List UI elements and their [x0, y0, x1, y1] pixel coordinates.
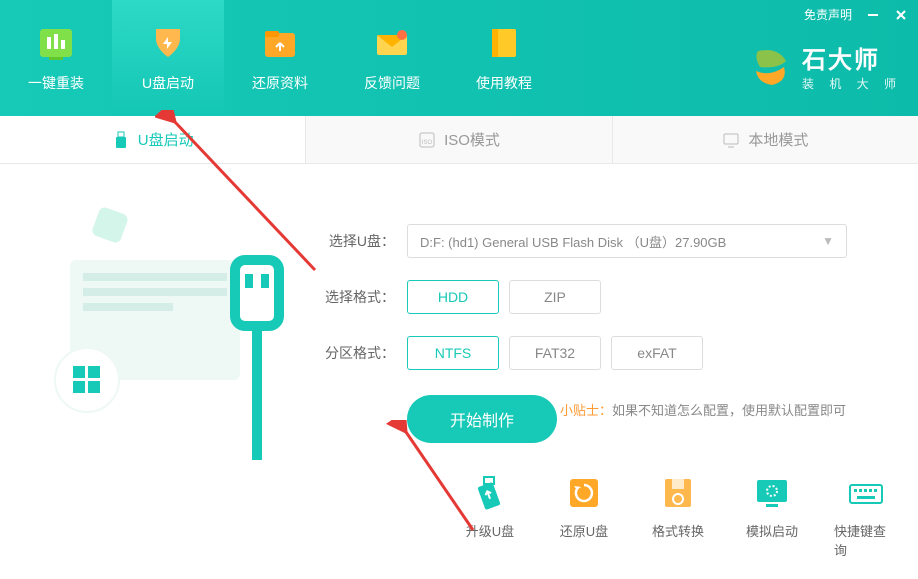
nav-tutorial[interactable]: 使用教程	[448, 0, 560, 116]
tab-label: ISO模式	[444, 129, 500, 150]
tip-label: 小贴士：	[560, 403, 612, 418]
bottom-label: 还原U盘	[560, 521, 608, 540]
upload-folder-icon	[260, 23, 300, 63]
tab-iso[interactable]: ISO ISO模式	[306, 116, 612, 163]
book-icon	[484, 23, 524, 63]
tabs: U盘启动 ISO ISO模式 本地模式	[0, 116, 918, 164]
usb-select-value: D:F: (hd1) General USB Flash Disk （U盘）27…	[420, 232, 726, 251]
tab-usb-boot[interactable]: U盘启动	[0, 116, 306, 163]
usb-select-label: 选择U盘：	[320, 231, 395, 251]
brand-title: 石大师	[802, 40, 902, 75]
nav-label: 一键重装	[28, 73, 84, 93]
format-label: 选择格式：	[320, 287, 395, 307]
bottom-simulate-boot[interactable]: 模拟启动	[740, 473, 804, 559]
window-controls: 免责声明	[804, 6, 908, 23]
screen-icon	[752, 473, 792, 513]
bottom-label: 升级U盘	[466, 521, 514, 540]
format-zip[interactable]: ZIP	[509, 280, 601, 314]
disk-icon	[658, 473, 698, 513]
brand-logo-icon	[748, 43, 794, 89]
bottom-label: 快捷键查询	[834, 521, 898, 559]
bottom-hotkey[interactable]: 快捷键查询	[834, 473, 898, 559]
usb-select[interactable]: D:F: (hd1) General USB Flash Disk （U盘）27…	[407, 224, 847, 258]
header: 一键重装 U盘启动 还原资料 反馈问题 使用教程 石大师 装 机 大 师 免责声…	[0, 0, 918, 116]
nav-label: 还原资料	[252, 73, 308, 93]
usb-icon	[112, 131, 130, 149]
tip-text: 如果不知道怎么配置，使用默认配置即可	[612, 403, 846, 418]
nav-restore[interactable]: 还原资料	[224, 0, 336, 116]
tip: 小贴士：如果不知道怎么配置，使用默认配置即可	[560, 400, 880, 419]
nav-usb-boot[interactable]: U盘启动	[112, 0, 224, 116]
minimize-button[interactable]	[866, 8, 880, 22]
bottom-restore-usb[interactable]: 还原U盘	[552, 473, 616, 559]
restore-icon	[564, 473, 604, 513]
iso-icon: ISO	[418, 131, 436, 149]
bottom-label: 模拟启动	[746, 521, 798, 540]
keyboard-icon	[846, 473, 886, 513]
svg-text:ISO: ISO	[422, 140, 433, 146]
nav-feedback[interactable]: 反馈问题	[336, 0, 448, 116]
chart-icon	[36, 23, 76, 63]
bottom-label: 格式转换	[652, 521, 704, 540]
mail-icon	[372, 23, 412, 63]
monitor-icon	[722, 131, 740, 149]
nav-label: 使用教程	[476, 73, 532, 93]
nav-label: 反馈问题	[364, 73, 420, 93]
chevron-down-icon: ▼	[822, 234, 834, 248]
format-hdd[interactable]: HDD	[407, 280, 499, 314]
shield-icon	[148, 23, 188, 63]
disclaimer-link[interactable]: 免责声明	[804, 6, 852, 23]
usb-upgrade-icon	[470, 473, 510, 513]
bottom-nav: 升级U盘 还原U盘 格式转换 模拟启动 快捷键查询	[458, 473, 898, 559]
brand-subtitle: 装 机 大 师	[802, 75, 902, 92]
partition-exfat[interactable]: exFAT	[611, 336, 703, 370]
partition-fat32[interactable]: FAT32	[509, 336, 601, 370]
nav-label: U盘启动	[142, 73, 194, 93]
tab-local[interactable]: 本地模式	[613, 116, 918, 163]
close-button[interactable]	[894, 8, 908, 22]
partition-ntfs[interactable]: NTFS	[407, 336, 499, 370]
start-button[interactable]: 开始制作	[407, 395, 557, 443]
tab-label: U盘启动	[138, 129, 194, 150]
bottom-format-convert[interactable]: 格式转换	[646, 473, 710, 559]
nav-reinstall[interactable]: 一键重装	[0, 0, 112, 116]
brand: 石大师 装 机 大 师	[748, 40, 902, 92]
bottom-upgrade-usb[interactable]: 升级U盘	[458, 473, 522, 559]
partition-label: 分区格式：	[320, 343, 395, 363]
illustration	[45, 190, 305, 450]
tab-label: 本地模式	[748, 129, 808, 150]
